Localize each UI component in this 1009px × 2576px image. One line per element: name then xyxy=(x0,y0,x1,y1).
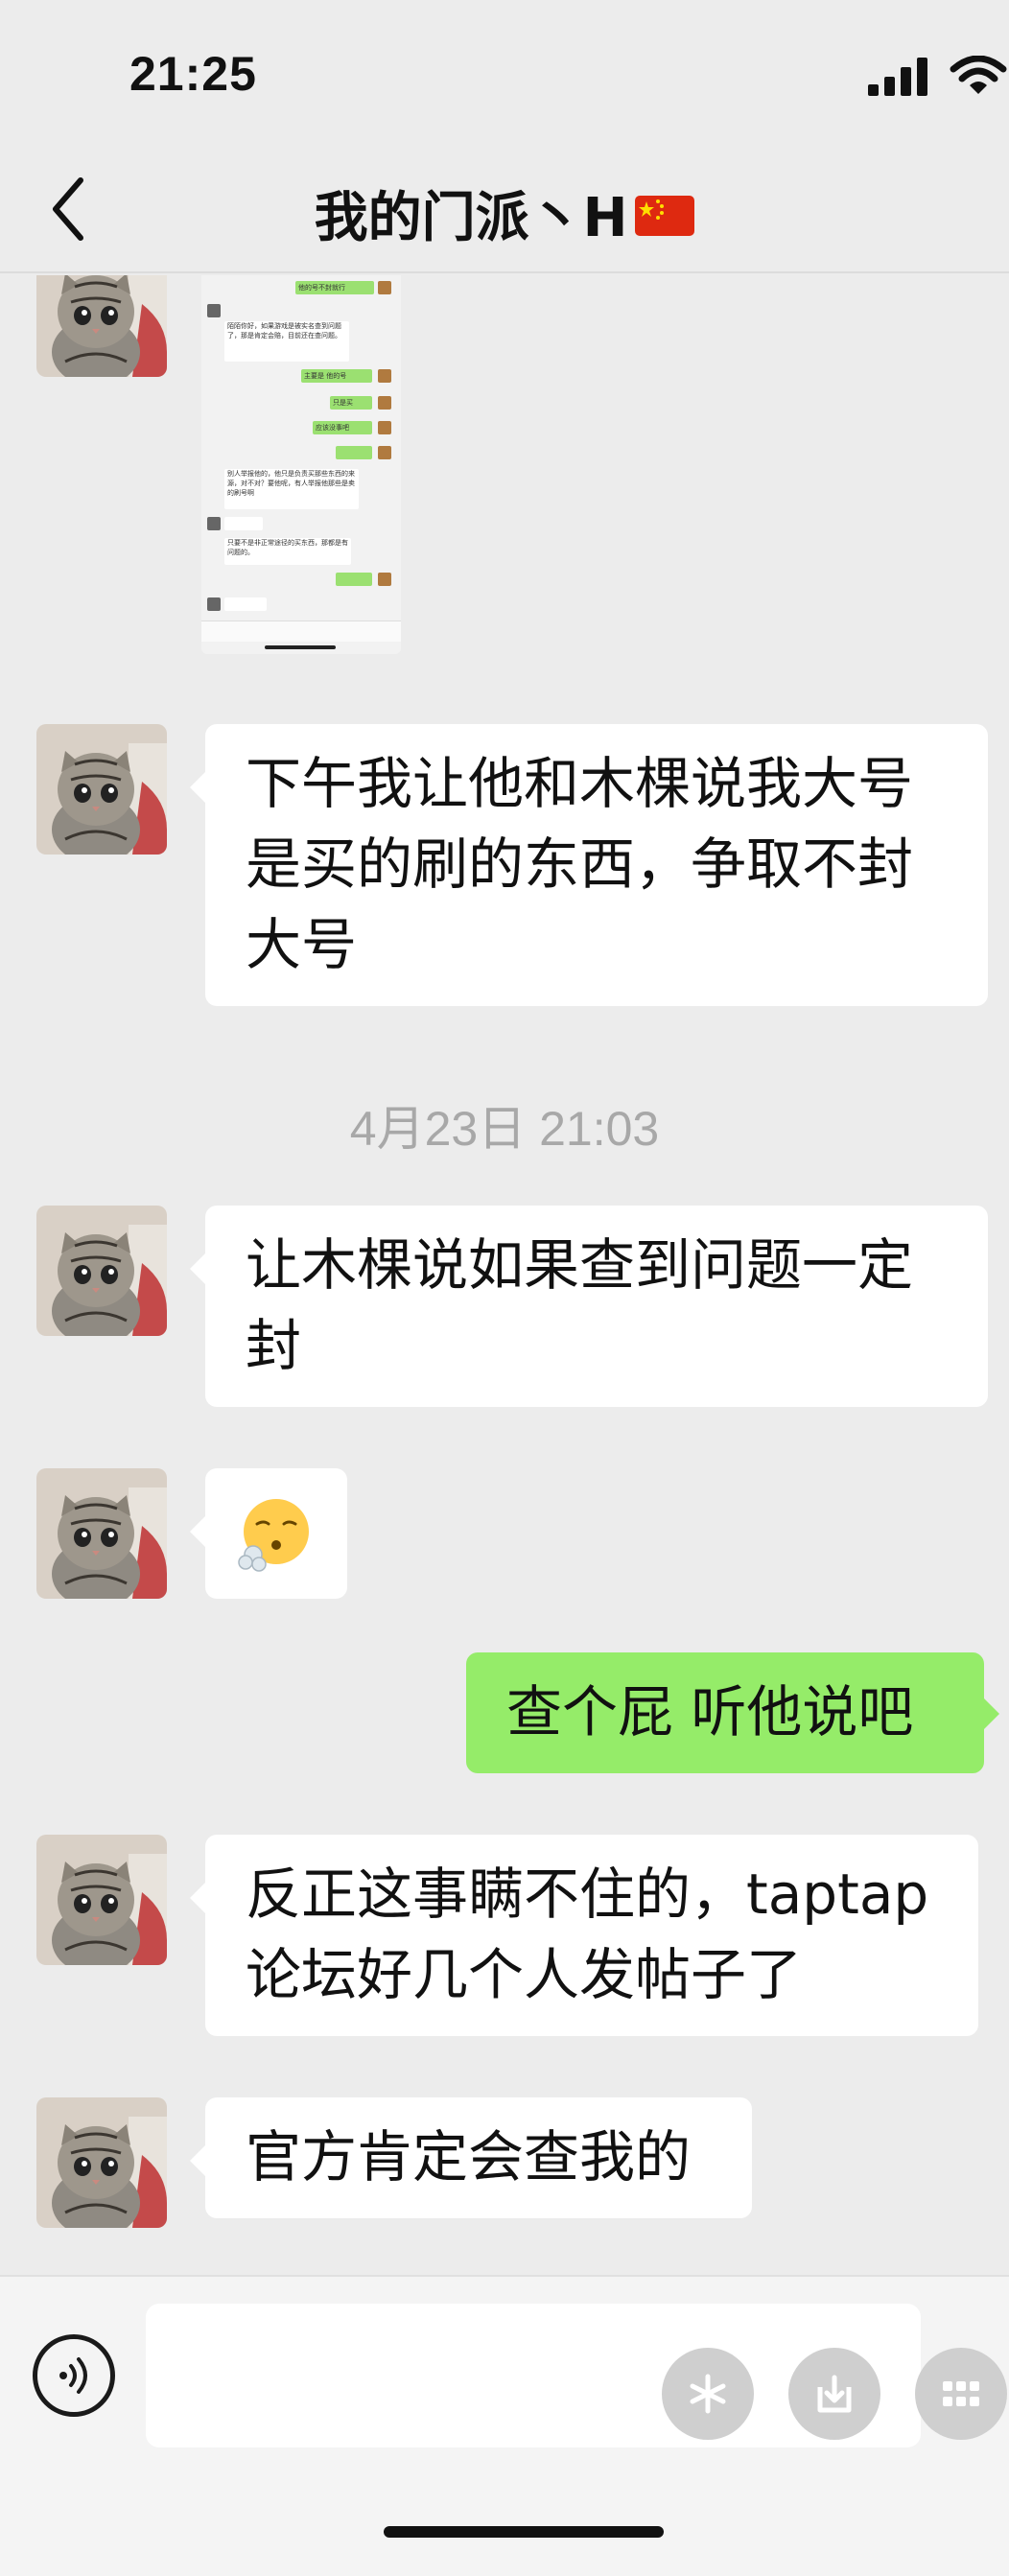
message-timestamp: 4月23日 21:03 xyxy=(349,1102,660,1156)
mini-bubble: 只要不是非正常途径的买东西，那都是有问题的。 xyxy=(224,538,351,565)
sent-message-bubble[interactable]: 查个屁 听他说吧 xyxy=(466,1652,999,1773)
mini-avatar xyxy=(207,517,221,530)
grid-icon xyxy=(943,2381,979,2406)
mini-avatar xyxy=(378,369,391,383)
voice-icon xyxy=(59,2357,87,2394)
screenshot-image-message[interactable]: 他的号不封就行 陌陌你好，如果游戏是被实名查到问题了，那是肯定会赔，目前还在查问… xyxy=(201,275,401,654)
mini-avatar xyxy=(207,597,221,611)
emoji-message-bubble[interactable] xyxy=(190,1468,347,1599)
contact-avatar[interactable] xyxy=(36,275,167,377)
cellular-signal-icon xyxy=(868,58,927,96)
mini-input-bar xyxy=(201,621,401,642)
contact-avatar[interactable] xyxy=(36,1206,167,1336)
sparkle-icon xyxy=(690,2374,726,2414)
mini-avatar xyxy=(207,304,221,317)
mini-avatar xyxy=(378,573,391,586)
mini-voice-bubble xyxy=(224,517,263,530)
mini-bubble: 应该没事吧 xyxy=(313,421,372,434)
contact-avatar[interactable] xyxy=(36,1468,167,1599)
status-time: 21:25 xyxy=(129,47,257,101)
mini-avatar xyxy=(378,421,391,434)
mini-voice-bubble xyxy=(336,446,372,459)
chat-header: 我的门派丶H xyxy=(0,144,1009,273)
mini-bubble: 他的号不封就行 xyxy=(295,281,374,294)
contact-avatar[interactable] xyxy=(36,724,167,855)
contact-avatar[interactable] xyxy=(36,1835,167,1965)
home-indicator xyxy=(384,2526,664,2538)
mini-avatar xyxy=(378,281,391,294)
mini-home-indicator xyxy=(265,645,336,649)
china-flag-icon xyxy=(635,195,695,236)
mini-voice-bubble xyxy=(224,597,267,611)
chat-title: 我的门派丶H xyxy=(0,175,1009,252)
contact-avatar[interactable] xyxy=(36,2097,167,2228)
message-bubble[interactable]: 官方肯定会查我的 xyxy=(190,2097,752,2218)
status-bar: 21:25 xyxy=(0,0,1009,144)
chat-messages[interactable]: 他的号不封就行 陌陌你好，如果游戏是被实名查到问题了，那是肯定会赔，目前还在查问… xyxy=(0,275,1009,2275)
save-button[interactable] xyxy=(788,2348,880,2440)
message-bubble[interactable]: 让木棵说如果查到问题一定封 xyxy=(190,1206,988,1407)
chat-title-text: 我的门派丶H xyxy=(314,187,628,249)
download-icon xyxy=(817,2375,852,2413)
mini-voice-bubble xyxy=(336,573,372,586)
mini-avatar xyxy=(378,396,391,410)
exhaling-face-emoji-icon xyxy=(238,1499,309,1572)
wifi-icon xyxy=(950,56,1007,94)
voice-input-button[interactable] xyxy=(33,2334,115,2417)
shortcut-button[interactable] xyxy=(662,2348,754,2440)
message-bubble[interactable]: 下午我让他和木棵说我大号是买的刷的东西，争取不封大号 xyxy=(190,724,988,1006)
message-bubble[interactable]: 反正这事瞒不住的，taptap论坛好几个人发帖子了 xyxy=(190,1835,978,2036)
mini-bubble: 只是买 xyxy=(330,396,372,410)
mini-bubble: 陌陌你好，如果游戏是被实名查到问题了，那是肯定会赔，目前还在查问题。 xyxy=(224,321,349,362)
mini-avatar xyxy=(378,446,391,459)
input-bar xyxy=(0,2275,1009,2576)
mini-bubble: 别人举报他的，他只是负责买那些东西的来源，对不对？要他呢，有人举报他那些是卖的刷… xyxy=(224,469,359,509)
mini-bubble: 主要是 他的号 xyxy=(301,369,372,383)
more-options-button[interactable] xyxy=(915,2348,1007,2440)
